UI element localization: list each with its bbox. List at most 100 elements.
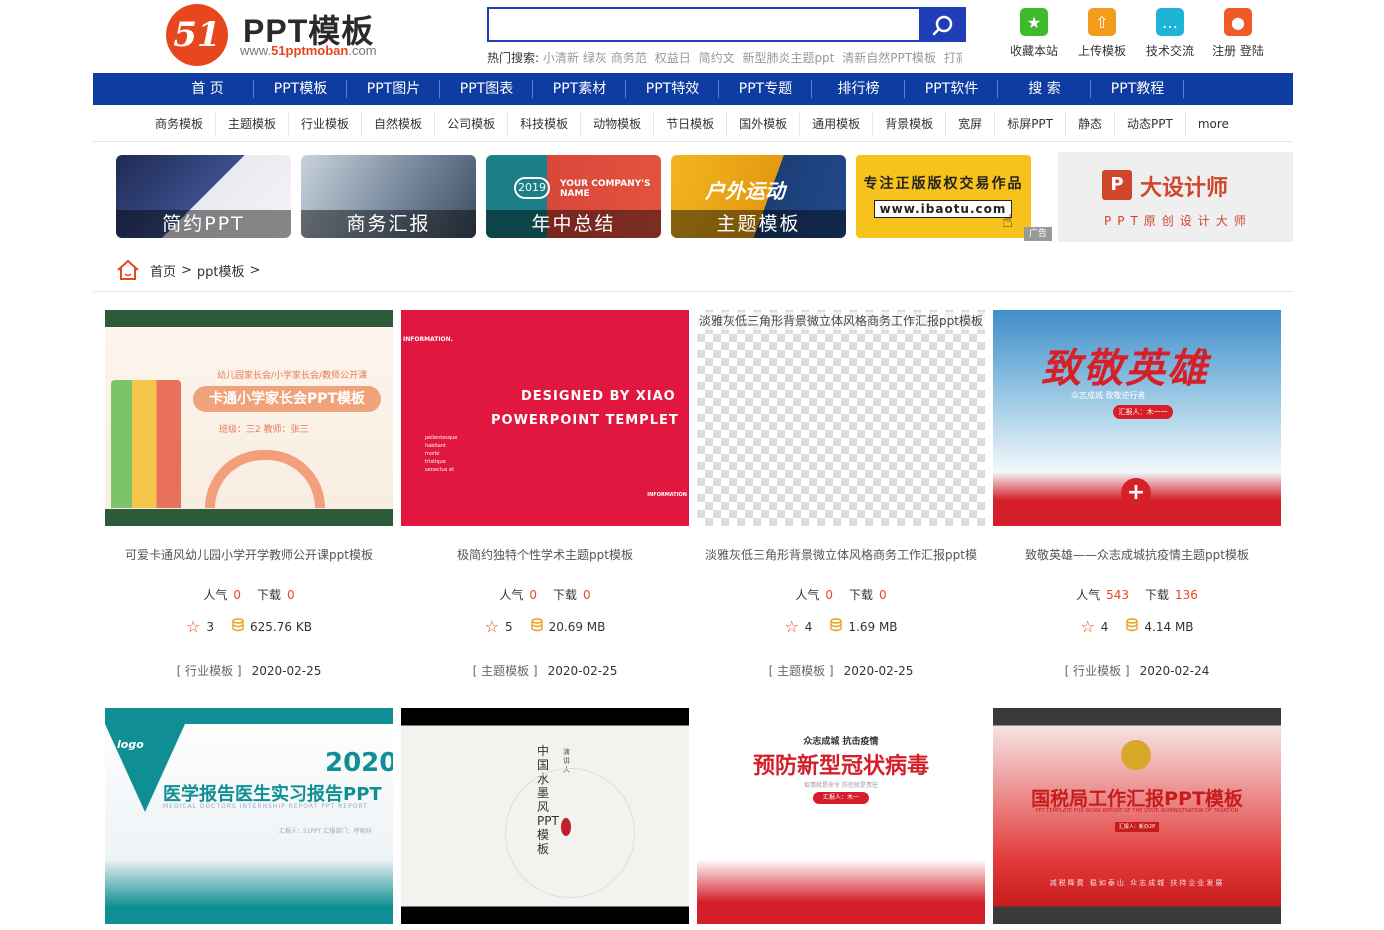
downloads-count: 0: [287, 588, 295, 602]
template-footer: [ 行业模板 ] 2020-02-24: [993, 662, 1281, 679]
subnav-item[interactable]: 节日模板: [654, 112, 728, 136]
nav-ppt-template[interactable]: PPT模板: [254, 73, 347, 105]
banner-midyear-summary[interactable]: 2019 YOUR COMPANY'S NAME 年中总结: [486, 155, 661, 238]
hot-keyword[interactable]: 简约文: [699, 51, 735, 65]
hot-keyword[interactable]: 清新自然PPT模板: [842, 51, 936, 65]
ad-text: 专注正版版权交易作品: [863, 176, 1024, 192]
banner-theme-template[interactable]: 户外运动 主题模板: [671, 155, 846, 238]
subnav-item[interactable]: 背景模板: [873, 112, 947, 136]
banner-caption: 主题模板: [671, 210, 846, 238]
nav-home[interactable]: 首 页: [161, 73, 254, 105]
template-thumbnail[interactable]: 幼儿园家长会/小学家长会/教师公开课 卡通小学家长会PPT模板 班级：三2 教师…: [105, 310, 393, 526]
tool-bookmark[interactable]: ★ 收藏本站: [1000, 8, 1068, 59]
downloads-count: 0: [879, 588, 887, 602]
template-footer: [ 主题模板 ] 2020-02-25: [401, 662, 689, 679]
banner-heading: 户外运动: [705, 179, 785, 203]
template-category[interactable]: [ 行业模板 ]: [1065, 664, 1130, 678]
hot-keyword[interactable]: 打寂: [944, 51, 962, 65]
breadcrumb-home[interactable]: 首页: [150, 261, 176, 280]
hot-keyword[interactable]: 商务范: [611, 51, 647, 65]
subnav-item[interactable]: 宽屏: [946, 112, 996, 136]
thumb-text: 汇报人：木一: [813, 792, 869, 804]
nav-ppt-software[interactable]: PPT软件: [905, 73, 998, 105]
star-outline-icon: ☆: [186, 617, 201, 636]
subnav-item[interactable]: 动物模板: [581, 112, 655, 136]
nav-ppt-image[interactable]: PPT图片: [347, 73, 440, 105]
template-thumbnail[interactable]: 淡雅灰低三角形背景微立体风格商务工作汇报ppt模板: [697, 310, 985, 526]
banner-business-report[interactable]: 商务汇报: [301, 155, 476, 238]
subnav-item[interactable]: 动态PPT: [1115, 112, 1186, 136]
nav-ppt-topic[interactable]: PPT专题: [719, 73, 812, 105]
template-category[interactable]: [ 行业模板 ]: [177, 664, 242, 678]
template-date: 2020-02-25: [251, 664, 322, 678]
ad-designer[interactable]: P 大设计师 PPT原创设计大师: [1058, 152, 1293, 242]
downloads-count: 136: [1175, 588, 1198, 602]
tool-label: 上传模板: [1077, 44, 1126, 58]
template-title[interactable]: 可爱卡通风幼儿园小学开学教师公开课ppt模板: [105, 546, 393, 562]
subnav-item[interactable]: 公司模板: [435, 112, 509, 136]
template-thumbnail[interactable]: 众志成城 抗击疫情 预防新型冠状病毒 疫情就是命令 防控就是责任 汇报人：木一: [697, 708, 985, 924]
file-size: 20.69 MB: [548, 619, 606, 634]
template-thumbnail[interactable]: logo 2020 医学报告医生实习报告PPT MEDICAL DOCTORS …: [105, 708, 393, 924]
nav-ppt-chart[interactable]: PPT图表: [440, 73, 533, 105]
popularity-label: 人气: [499, 588, 524, 602]
ad-ibaotu[interactable]: 专注正版版权交易作品 www.ibaotu.com ☝: [856, 155, 1031, 238]
template-title[interactable]: 极简约独特个性学术主题ppt模板: [401, 546, 689, 562]
subnav-more[interactable]: more: [1186, 112, 1241, 136]
subnav-item[interactable]: 通用模板: [800, 112, 874, 136]
popularity-count: 0: [825, 588, 833, 602]
template-date: 2020-02-24: [1139, 664, 1210, 678]
star-count: 4: [1100, 619, 1109, 634]
tool-chat[interactable]: … 技术交流: [1136, 8, 1204, 59]
template-footer: [ 主题模板 ] 2020-02-25: [697, 662, 985, 679]
breadcrumb-sep: >: [181, 262, 192, 278]
banner-simple-ppt[interactable]: 简约PPT: [116, 155, 291, 238]
template-footer: [ 行业模板 ] 2020-02-25: [105, 662, 393, 679]
subnav-item[interactable]: 静态: [1066, 112, 1116, 136]
downloads-label: 下载: [257, 588, 282, 602]
site-header: 51 PPT模板 www.51pptmoban.com 热门搜索: 小清新 绿灰商…: [0, 0, 1384, 73]
powerpoint-icon: P: [1102, 170, 1132, 200]
template-thumbnail[interactable]: 国税局工作汇报PPT模板 PPT TEMPLATE FOR WORK REPOR…: [993, 708, 1281, 924]
hot-keyword[interactable]: 新型肺炎主题ppt: [742, 51, 834, 65]
subnav-item[interactable]: 国外模板: [727, 112, 801, 136]
template-thumbnail[interactable]: 致敬英雄 众志成城 致敬逆行者 汇报人：木一一 +: [993, 310, 1281, 526]
search-button[interactable]: [919, 7, 966, 42]
nav-ppt-material[interactable]: PPT素材: [533, 73, 626, 105]
thumb-footer-bar: [105, 509, 393, 526]
subnav-item[interactable]: 行业模板: [289, 112, 363, 136]
template-title[interactable]: 淡雅灰低三角形背景微立体风格商务工作汇报ppt模: [697, 546, 985, 562]
sub-nav: 商务模板 主题模板 行业模板 自然模板 公司模板 科技模板 动物模板 节日模板 …: [93, 106, 1293, 142]
site-logo-mark[interactable]: 51: [166, 4, 228, 66]
banner-caption: 简约PPT: [116, 210, 291, 238]
subnav-item[interactable]: 商务模板: [143, 112, 217, 136]
subnav-item[interactable]: 标屏PPT: [995, 112, 1066, 136]
nav-search[interactable]: 搜 索: [998, 73, 1091, 105]
nav-ranking[interactable]: 排行榜: [812, 73, 905, 105]
template-thumbnail[interactable]: 中国水墨风PPT模板 演讲人: [401, 708, 689, 924]
hot-keyword[interactable]: 小清新: [543, 51, 579, 65]
template-thumbnail[interactable]: INFORMATION. DESIGNED BY XIAO POWERPOINT…: [401, 310, 689, 526]
user-icon: ●: [1224, 8, 1252, 36]
breadcrumb-current[interactable]: ppt模板: [197, 261, 245, 280]
subnav-item[interactable]: 科技模板: [508, 112, 582, 136]
template-card: 众志成城 抗击疫情 预防新型冠状病毒 疫情就是命令 防控就是责任 汇报人：木一: [697, 708, 985, 924]
subnav-item[interactable]: 主题模板: [216, 112, 290, 136]
nav-ppt-effect[interactable]: PPT特效: [626, 73, 719, 105]
database-icon: [1126, 618, 1139, 635]
tool-upload[interactable]: ⇧ 上传模板: [1068, 8, 1136, 59]
search-input[interactable]: [487, 7, 921, 42]
template-category[interactable]: [ 主题模板 ]: [769, 664, 834, 678]
thumb-header-bar: [105, 708, 393, 724]
subnav-item[interactable]: 自然模板: [362, 112, 436, 136]
template-category[interactable]: [ 主题模板 ]: [473, 664, 538, 678]
tool-login[interactable]: ● 注册 登陆: [1204, 8, 1272, 59]
hot-keyword[interactable]: 绿灰: [583, 51, 607, 65]
hot-keyword[interactable]: 权益日: [655, 51, 691, 65]
upload-icon: ⇧: [1088, 8, 1116, 36]
nav-ppt-tutorial[interactable]: PPT教程: [1091, 73, 1184, 105]
template-card: 淡雅灰低三角形背景微立体风格商务工作汇报ppt模板 淡雅灰低三角形背景微立体风格…: [697, 310, 985, 679]
popularity-count: 0: [233, 588, 241, 602]
template-title[interactable]: 致敬英雄——众志成城抗疫情主题ppt模板: [993, 546, 1281, 562]
ad-url: www.ibaotu.com: [874, 200, 1012, 218]
